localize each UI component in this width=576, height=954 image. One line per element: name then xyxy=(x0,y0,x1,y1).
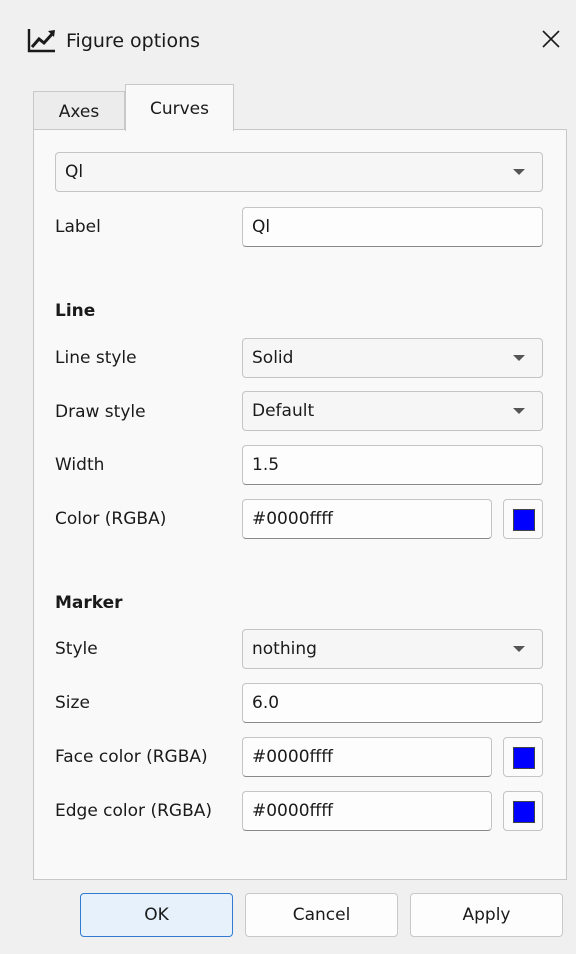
edge-color-input[interactable]: #0000ffff xyxy=(242,791,492,831)
marker-style-select[interactable]: nothing xyxy=(242,629,543,669)
face-color-value: #0000ffff xyxy=(252,747,333,767)
line-section-heading: Line xyxy=(55,301,96,321)
line-color-label: Color (RGBA) xyxy=(55,509,167,529)
face-color-picker-button[interactable] xyxy=(503,737,543,777)
draw-style-value: Default xyxy=(252,401,315,421)
line-color-picker-button[interactable] xyxy=(503,499,543,539)
apply-button[interactable]: Apply xyxy=(410,893,563,937)
curve-select[interactable]: Ql xyxy=(55,152,543,192)
width-input-value: 1.5 xyxy=(252,455,280,475)
marker-style-value: nothing xyxy=(252,639,317,659)
close-icon[interactable] xyxy=(532,20,570,58)
chevron-down-icon xyxy=(513,169,525,175)
marker-size-value: 6.0 xyxy=(252,693,280,713)
line-chart-icon xyxy=(27,29,55,53)
chevron-down-icon xyxy=(513,646,525,652)
edge-color-value: #0000ffff xyxy=(252,801,333,821)
chevron-down-icon xyxy=(513,355,525,361)
label-input-value: Ql xyxy=(252,217,271,237)
chevron-down-icon xyxy=(513,408,525,414)
color-swatch xyxy=(513,747,535,769)
line-color-input[interactable]: #0000ffff xyxy=(242,499,492,539)
title-bar: Figure options xyxy=(0,0,576,82)
edge-color-picker-button[interactable] xyxy=(503,791,543,831)
edge-color-label: Edge color (RGBA) xyxy=(55,801,212,821)
marker-section-heading: Marker xyxy=(55,593,123,613)
face-color-input[interactable]: #0000ffff xyxy=(242,737,492,777)
line-style-select[interactable]: Solid xyxy=(242,338,543,378)
marker-size-label: Size xyxy=(55,693,90,713)
line-style-value: Solid xyxy=(252,348,294,368)
marker-style-label: Style xyxy=(55,639,98,659)
tab-axes[interactable]: Axes xyxy=(33,91,125,131)
cancel-button[interactable]: Cancel xyxy=(245,893,398,937)
window-title: Figure options xyxy=(66,30,201,52)
tab-curves[interactable]: Curves xyxy=(125,84,234,131)
marker-size-input[interactable]: 6.0 xyxy=(242,683,543,723)
line-style-label: Line style xyxy=(55,348,137,368)
curve-select-value: Ql xyxy=(65,162,84,182)
ok-button[interactable]: OK xyxy=(80,893,233,937)
color-swatch xyxy=(513,509,535,531)
width-label: Width xyxy=(55,455,105,475)
line-color-value: #0000ffff xyxy=(252,509,333,529)
draw-style-label: Draw style xyxy=(55,402,146,422)
color-swatch xyxy=(513,801,535,823)
label-field-label: Label xyxy=(55,217,101,237)
draw-style-select[interactable]: Default xyxy=(242,391,543,431)
label-input[interactable]: Ql xyxy=(242,207,543,247)
face-color-label: Face color (RGBA) xyxy=(55,747,208,767)
width-input[interactable]: 1.5 xyxy=(242,445,543,485)
